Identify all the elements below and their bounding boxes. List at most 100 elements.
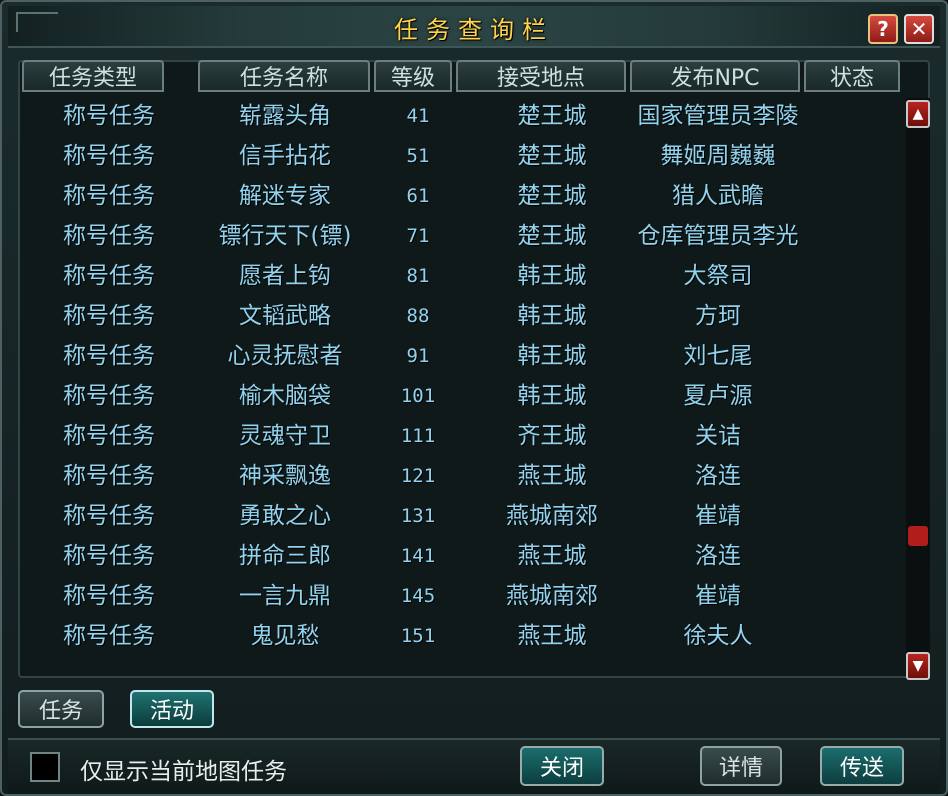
details-button[interactable]: 详情 — [700, 746, 782, 786]
table-row[interactable]: 称号任务 榆木脑袋 101 韩王城 夏卢源 — [18, 376, 906, 416]
quest-npc-cell: 徐夫人 — [683, 623, 753, 649]
quest-level-cell: 41 — [406, 105, 430, 127]
scrollbar-track[interactable]: ▲ ▼ — [906, 98, 930, 680]
quest-location-cell: 齐王城 — [517, 423, 587, 449]
quest-location-cell: 楚王城 — [517, 143, 587, 169]
column-header-npc[interactable]: 发布NPC — [630, 60, 800, 92]
quest-status-cell — [808, 536, 898, 576]
quest-location-cell: 韩王城 — [517, 263, 587, 289]
quest-npc-cell: 洛连 — [695, 463, 741, 489]
quest-npc-cell: 大祭司 — [683, 263, 753, 289]
quest-name-cell: 神采飘逸 — [239, 463, 331, 489]
quest-location-cell: 韩王城 — [517, 383, 587, 409]
quest-location-cell: 燕王城 — [517, 623, 587, 649]
window-title: 任务查询栏 — [394, 16, 554, 44]
quest-level-cell: 61 — [406, 185, 430, 207]
quest-location-cell: 韩王城 — [517, 343, 587, 369]
table-row[interactable]: 称号任务 神采飘逸 121 燕王城 洛连 — [18, 456, 906, 496]
table-row[interactable]: 称号任务 一言九鼎 145 燕城南郊 崔靖 — [18, 576, 906, 616]
table-row[interactable]: 称号任务 鬼见愁 151 燕王城 徐夫人 — [18, 616, 906, 656]
quest-status-cell — [808, 376, 898, 416]
quest-level-cell: 131 — [400, 505, 436, 527]
table-row[interactable]: 称号任务 信手拈花 51 楚王城 舞姬周巍巍 — [18, 136, 906, 176]
quest-name-cell: 勇敢之心 — [239, 503, 331, 529]
quest-level-cell: 88 — [406, 305, 430, 327]
quest-status-cell — [808, 416, 898, 456]
quest-status-cell — [808, 96, 898, 136]
quest-npc-cell: 洛连 — [695, 543, 741, 569]
quest-query-window: 任务查询栏 ? ✕ 任务类型 任务名称 等级 接受地点 发布NPC 状态 称号任… — [0, 0, 948, 796]
quest-status-cell — [808, 136, 898, 176]
column-header-status[interactable]: 状态 — [804, 60, 900, 92]
quest-npc-cell: 刘七尾 — [683, 343, 753, 369]
table-row[interactable]: 称号任务 愿者上钩 81 韩王城 大祭司 — [18, 256, 906, 296]
close-button[interactable]: 关闭 — [520, 746, 604, 786]
quest-location-cell: 楚王城 — [517, 223, 587, 249]
scroll-down-button[interactable]: ▼ — [906, 652, 930, 680]
quest-npc-cell: 崔靖 — [695, 583, 741, 609]
quest-name-cell: 心灵抚慰者 — [227, 343, 343, 369]
quest-type-cell: 称号任务 — [63, 583, 155, 609]
table-row[interactable]: 称号任务 解迷专家 61 楚王城 猎人武瞻 — [18, 176, 906, 216]
tab-task[interactable]: 任务 — [18, 690, 104, 728]
quest-status-cell — [808, 576, 898, 616]
current-map-only-label: 仅显示当前地图任务 — [80, 759, 287, 785]
quest-level-cell: 141 — [400, 545, 436, 567]
current-map-only-checkbox[interactable] — [30, 752, 60, 782]
triangle-down-icon: ▼ — [912, 658, 924, 674]
tab-activity[interactable]: 活动 — [130, 690, 214, 728]
quest-level-cell: 51 — [406, 145, 430, 167]
close-window-button[interactable]: ✕ — [904, 14, 934, 44]
quest-status-cell — [808, 616, 898, 656]
table-row[interactable]: 称号任务 勇敢之心 131 燕城南郊 崔靖 — [18, 496, 906, 536]
quest-type-cell: 称号任务 — [63, 623, 155, 649]
quest-name-cell: 愿者上钩 — [239, 263, 331, 289]
quest-location-cell: 燕王城 — [517, 463, 587, 489]
table-row[interactable]: 称号任务 镖行天下(镖) 71 楚王城 仓库管理员李光 — [18, 216, 906, 256]
quest-type-cell: 称号任务 — [63, 423, 155, 449]
quest-npc-cell: 猎人武瞻 — [672, 183, 764, 209]
quest-name-cell: 信手拈花 — [239, 143, 331, 169]
column-header-type[interactable]: 任务类型 — [22, 60, 164, 92]
quest-level-cell: 91 — [406, 345, 430, 367]
quest-location-cell: 韩王城 — [517, 303, 587, 329]
quest-name-cell: 一言九鼎 — [239, 583, 331, 609]
quest-status-cell — [808, 456, 898, 496]
quest-level-cell: 71 — [406, 225, 430, 247]
quest-name-cell: 镖行天下(镖) — [218, 223, 352, 249]
table-row[interactable]: 称号任务 灵魂守卫 111 齐王城 关诘 — [18, 416, 906, 456]
quest-location-cell: 燕城南郊 — [506, 503, 598, 529]
quest-level-cell: 81 — [406, 265, 430, 287]
quest-name-cell: 解迷专家 — [239, 183, 331, 209]
title-bar[interactable]: 任务查询栏 — [8, 6, 940, 48]
quest-location-cell: 楚王城 — [517, 183, 587, 209]
quest-name-cell: 崭露头角 — [239, 103, 331, 129]
quest-npc-cell: 国家管理员李陵 — [637, 103, 799, 129]
teleport-button[interactable]: 传送 — [820, 746, 904, 786]
table-row[interactable]: 称号任务 文韬武略 88 韩王城 方珂 — [18, 296, 906, 336]
quest-type-cell: 称号任务 — [63, 503, 155, 529]
table-row[interactable]: 称号任务 拼命三郎 141 燕王城 洛连 — [18, 536, 906, 576]
quest-status-cell — [808, 496, 898, 536]
quest-type-cell: 称号任务 — [63, 223, 155, 249]
column-header-name[interactable]: 任务名称 — [198, 60, 370, 92]
quest-npc-cell: 关诘 — [695, 423, 741, 449]
column-header-location[interactable]: 接受地点 — [456, 60, 626, 92]
table-row[interactable]: 称号任务 心灵抚慰者 91 韩王城 刘七尾 — [18, 336, 906, 376]
quest-npc-cell: 夏卢源 — [683, 383, 753, 409]
quest-type-cell: 称号任务 — [63, 463, 155, 489]
column-header-level[interactable]: 等级 — [374, 60, 452, 92]
quest-level-cell: 151 — [400, 625, 436, 647]
quest-status-cell — [808, 256, 898, 296]
quest-location-cell: 燕城南郊 — [506, 583, 598, 609]
quest-npc-cell: 崔靖 — [695, 503, 741, 529]
quest-type-cell: 称号任务 — [63, 143, 155, 169]
scroll-up-button[interactable]: ▲ — [906, 100, 930, 128]
help-button[interactable]: ? — [868, 14, 898, 44]
table-row[interactable]: 称号任务 崭露头角 41 楚王城 国家管理员李陵 — [18, 96, 906, 136]
quest-name-cell: 榆木脑袋 — [239, 383, 331, 409]
quest-npc-cell: 方珂 — [695, 303, 741, 329]
scrollbar-thumb[interactable] — [908, 526, 928, 546]
quest-type-cell: 称号任务 — [63, 383, 155, 409]
quest-name-cell: 鬼见愁 — [250, 623, 320, 649]
